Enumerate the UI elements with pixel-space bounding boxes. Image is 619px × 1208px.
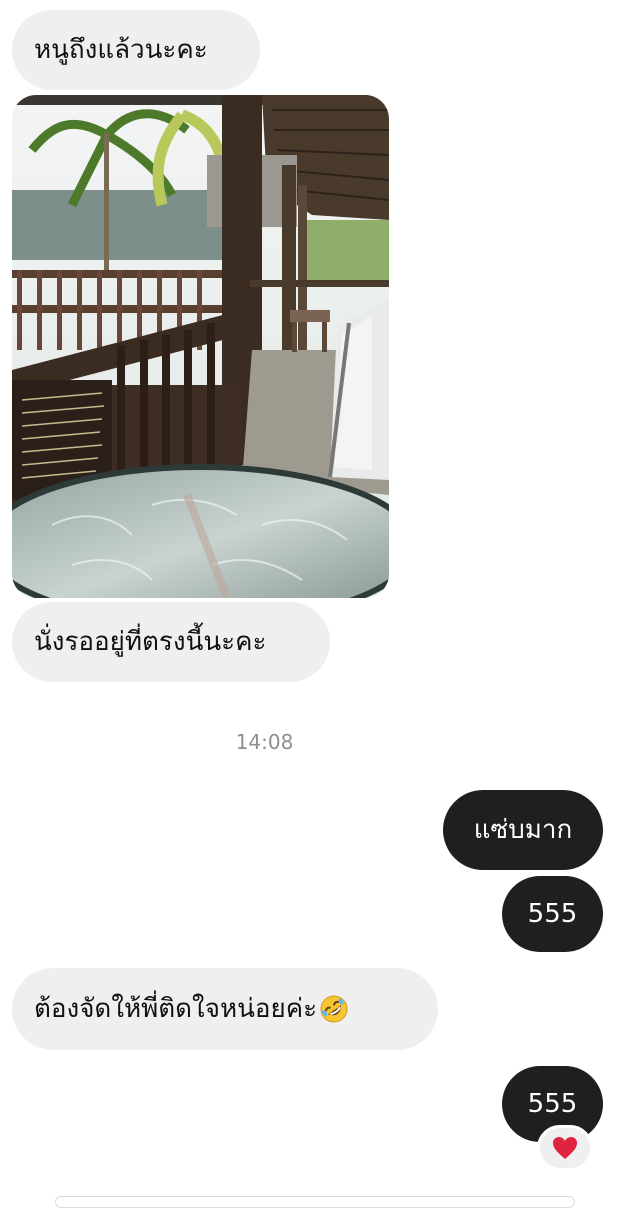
shared-photo-message[interactable] [12,95,389,598]
incoming-message-bubble[interactable]: นั่งรออยู่ที่ตรงนี้นะคะ [12,602,330,682]
message-text: 555 [527,899,578,929]
message-text: หนูถึงแล้วนะคะ [34,35,208,65]
message-composer[interactable] [55,1196,575,1208]
message-text: 555 [527,1089,578,1119]
message-text: นั่งรออยู่ที่ตรงนี้นะคะ [34,627,267,657]
outgoing-message-bubble[interactable]: แซ่บมาก [443,790,603,870]
message-reaction[interactable] [537,1125,593,1171]
veranda-photo [12,95,389,598]
message-text: แซ่บมาก [473,815,573,845]
outgoing-message-bubble[interactable]: 555 [502,876,603,952]
incoming-message-bubble[interactable]: ต้องจัดให้พี่ติดใจหน่อยค่ะ [12,968,438,1050]
heart-icon [553,1137,577,1159]
incoming-message-bubble[interactable]: หนูถึงแล้วนะคะ [12,10,260,90]
message-text: ต้องจัดให้พี่ติดใจหน่อยค่ะ [34,994,318,1024]
rolling-on-the-floor-laughing-icon [320,995,348,1023]
message-timestamp: 14:08 [235,730,294,754]
